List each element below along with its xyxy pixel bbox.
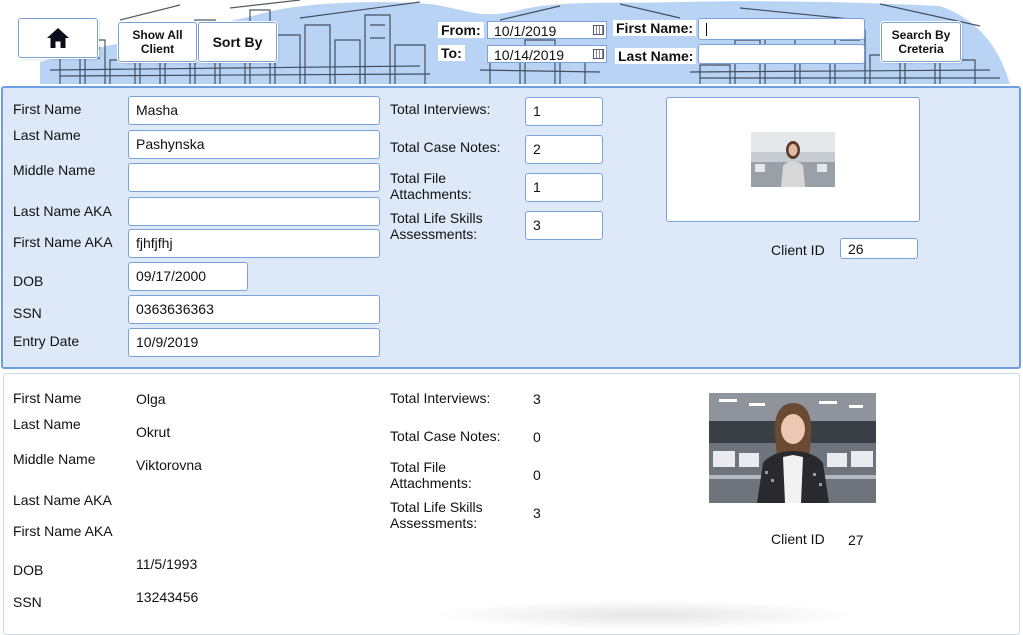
last-name-aka-label: Last Name AKA [13, 203, 112, 219]
total-life-skills-field[interactable]: 3 [525, 211, 603, 240]
from-label: From: [438, 22, 484, 38]
total-file-attachments-label: Total File Attachments: [390, 170, 472, 202]
to-date-field[interactable]: 10/14/2019 [487, 45, 607, 63]
text-cursor [706, 23, 707, 36]
home-icon [47, 28, 69, 48]
total-case-notes-label: Total Case Notes: [390, 139, 501, 155]
first-name-value: Olga [136, 391, 166, 407]
ssn-label: SSN [13, 594, 42, 610]
from-date-value: 10/1/2019 [494, 23, 557, 39]
show-all-client-button[interactable]: Show All Client [118, 22, 197, 62]
middle-name-value: Viktorovna [136, 457, 202, 473]
client-id-label: Client ID [771, 531, 825, 547]
search-by-criteria-button[interactable]: Search By Creteria [881, 22, 961, 62]
to-date-value: 10/14/2019 [494, 47, 565, 63]
middle-name-field[interactable] [128, 163, 380, 192]
last-name-value: Okrut [136, 424, 171, 440]
total-interviews-label: Total Interviews: [390, 101, 491, 117]
dob-label: DOB [13, 273, 44, 289]
total-case-notes-label: Total Case Notes: [390, 428, 501, 444]
search-by-criteria-label: Search By Creteria [891, 28, 951, 56]
calendar-icon[interactable] [593, 49, 604, 59]
last-name-aka-label: Last Name AKA [13, 492, 112, 508]
total-file-attachments-label: Total File Attachments: [390, 459, 472, 491]
total-interviews-field[interactable]: 1 [525, 97, 603, 126]
dob-value: 11/5/1993 [136, 556, 198, 572]
first-name-aka-label: First Name AKA [13, 523, 113, 539]
entry-date-field[interactable]: 10/9/2019 [128, 328, 380, 357]
ssn-value: 13243456 [136, 589, 199, 605]
last-name-aka-field[interactable] [128, 197, 380, 226]
first-name-aka-field[interactable]: fjhfjfhj [128, 229, 380, 258]
first-name-search-input[interactable] [698, 18, 865, 40]
middle-name-label: Middle Name [13, 162, 96, 178]
dob-field[interactable]: 09/17/2000 [128, 262, 248, 291]
client-photo [751, 132, 835, 187]
last-name-label: Last Name [13, 416, 81, 432]
calendar-icon[interactable] [593, 25, 604, 35]
total-file-attachments-value: 0 [533, 467, 541, 483]
client-photo-frame[interactable] [666, 97, 920, 222]
total-life-skills-label: Total Life Skills Assessments: [390, 210, 483, 242]
first-name-aka-label: First Name AKA [13, 234, 113, 250]
total-interviews-value: 3 [533, 391, 541, 407]
sort-by-button[interactable]: Sort By [198, 22, 277, 62]
total-life-skills-label: Total Life Skills Assessments: [390, 499, 483, 531]
last-name-search-label: Last Name: [615, 48, 697, 64]
client-photo[interactable] [709, 393, 876, 503]
last-name-search-input[interactable] [698, 44, 865, 64]
total-file-attachments-field[interactable]: 1 [525, 173, 603, 202]
client-id-value: 27 [848, 532, 864, 548]
total-case-notes-value: 0 [533, 429, 541, 445]
first-name-field[interactable]: Masha [128, 96, 380, 125]
home-button[interactable] [18, 18, 98, 58]
client-id-field[interactable]: 26 [840, 238, 918, 259]
first-name-label: First Name [13, 390, 82, 406]
entry-date-label: Entry Date [13, 333, 80, 349]
first-name-search-label: First Name: [613, 20, 697, 36]
ssn-label: SSN [13, 305, 42, 321]
sort-by-label: Sort By [212, 34, 263, 50]
ssn-field[interactable]: 0363636363 [128, 295, 380, 324]
last-name-label: Last Name [13, 127, 81, 143]
show-all-client-label: Show All Client [132, 28, 183, 56]
middle-name-label: Middle Name [13, 451, 96, 467]
first-name-label: First Name [13, 101, 82, 117]
to-label: To: [438, 45, 465, 61]
from-date-field[interactable]: 10/1/2019 [487, 21, 607, 39]
total-life-skills-value: 3 [533, 505, 541, 521]
dob-label: DOB [13, 562, 44, 578]
bottom-shadow [430, 600, 860, 630]
header-bar: Show All Client Sort By From: 10/1/2019 … [0, 0, 1023, 84]
last-name-field[interactable]: Pashynska [128, 130, 380, 159]
client-id-label: Client ID [771, 242, 825, 258]
total-interviews-label: Total Interviews: [390, 390, 491, 406]
total-case-notes-field[interactable]: 2 [525, 135, 603, 164]
